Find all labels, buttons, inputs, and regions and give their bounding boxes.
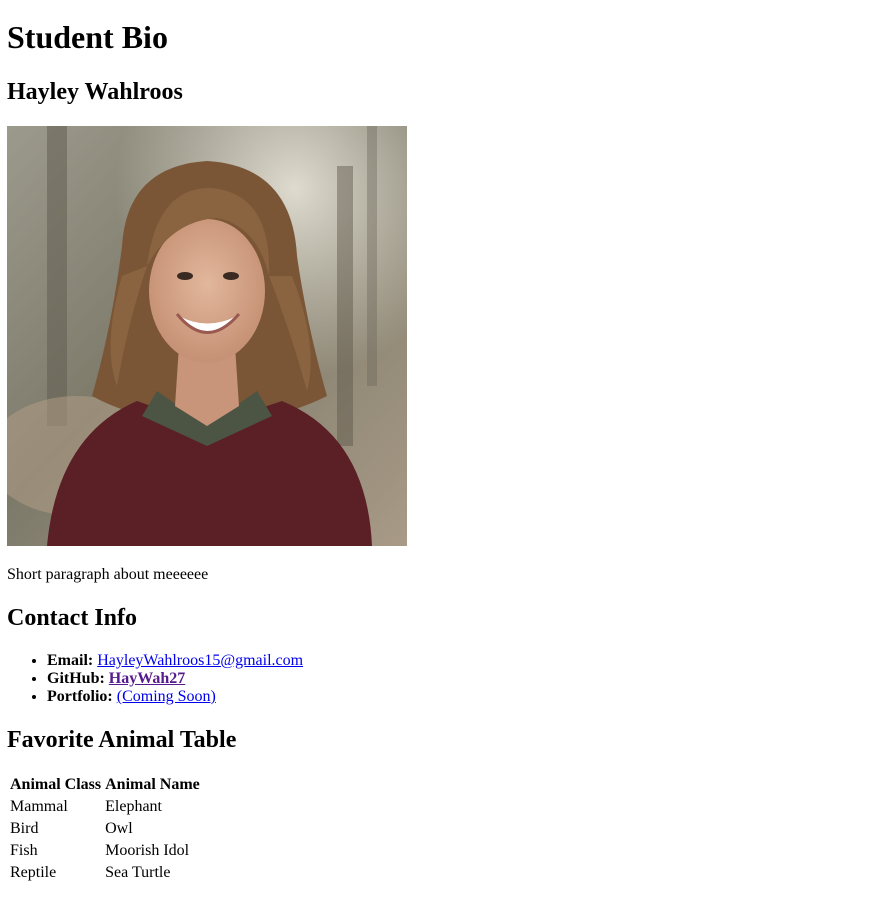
table-cell: Moorish Idol xyxy=(105,842,190,859)
profile-photo xyxy=(7,126,407,546)
contact-item-portfolio: Portfolio: (Coming Soon) xyxy=(47,688,303,706)
table-cell: Fish xyxy=(10,842,38,859)
table-row: Bird Owl xyxy=(9,819,201,839)
contact-item-email: Email: HayleyWahlroos15@gmail.com xyxy=(47,652,303,670)
page-title: Student Bio xyxy=(7,19,168,55)
table-header-row: Animal Class Animal Name xyxy=(9,775,201,795)
animal-table: Animal Class Animal Name Mammal Elephant… xyxy=(7,773,203,885)
table-cell: Bird xyxy=(10,820,39,837)
column-header: Animal Class xyxy=(10,776,102,793)
table-cell: Reptile xyxy=(10,864,57,881)
table-cell: Mammal xyxy=(10,798,68,815)
github-link[interactable]: HayWah27 xyxy=(109,670,185,687)
column-header: Animal Name xyxy=(105,776,200,793)
contact-label: Portfolio: xyxy=(47,688,113,705)
contact-label: Email: xyxy=(47,652,94,669)
table-cell: Owl xyxy=(105,820,133,837)
portfolio-link[interactable]: (Coming Soon) xyxy=(117,688,216,705)
table-row: Mammal Elephant xyxy=(9,797,201,817)
student-name: Hayley Wahlroos xyxy=(7,79,183,105)
email-link[interactable]: HayleyWahlroos15@gmail.com xyxy=(97,652,303,669)
table-row: Fish Moorish Idol xyxy=(9,841,201,861)
contact-label: GitHub: xyxy=(47,670,105,687)
table-cell: Elephant xyxy=(105,798,162,815)
contact-list: Email: HayleyWahlroos15@gmail.com GitHub… xyxy=(7,652,303,706)
bio-paragraph: Short paragraph about meeeeee xyxy=(7,566,209,583)
contact-item-github: GitHub: HayWah27 xyxy=(47,670,303,688)
table-cell: Sea Turtle xyxy=(105,864,171,881)
contact-heading: Contact Info xyxy=(7,605,137,631)
animal-table-heading: Favorite Animal Table xyxy=(7,727,237,753)
table-row: Reptile Sea Turtle xyxy=(9,863,201,883)
